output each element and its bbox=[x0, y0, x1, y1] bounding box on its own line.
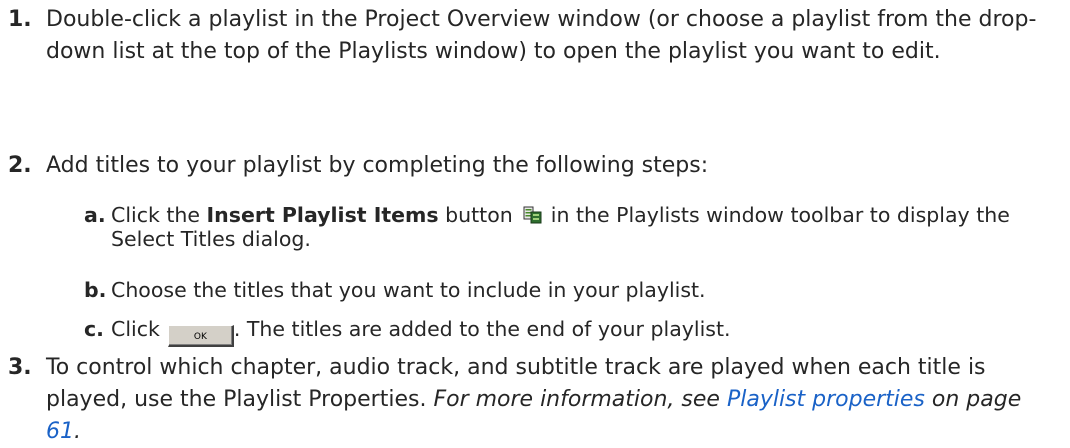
substep-text: Click OK. The titles are added to the end… bbox=[111, 317, 1051, 347]
substep-text-pre: Click the bbox=[111, 203, 207, 227]
more-info-text: For more information, see bbox=[433, 387, 727, 412]
end-period: . bbox=[74, 419, 81, 444]
substep-letter: c. bbox=[84, 317, 104, 341]
step-text: To control which chapter, audio track, a… bbox=[46, 352, 1056, 448]
step-text: Add titles to your playlist by completin… bbox=[46, 153, 709, 178]
insert-playlist-items-icon bbox=[523, 205, 543, 225]
substep-text-pre: Click bbox=[111, 317, 160, 341]
playlist-properties-link[interactable]: Playlist properties bbox=[727, 387, 925, 412]
substep-text-post: . The titles are added to the end of you… bbox=[233, 317, 731, 341]
document-page: 1. Double-click a playlist in the Projec… bbox=[0, 0, 1070, 444]
substep-letter: b. bbox=[84, 278, 107, 302]
step-number: 3. bbox=[8, 355, 32, 380]
step-text: Double-click a playlist in the Project O… bbox=[46, 7, 1037, 64]
substep-text-mid: button bbox=[438, 203, 513, 227]
substep-letter: a. bbox=[84, 203, 106, 227]
on-page-text: on page bbox=[924, 387, 1022, 412]
step-number: 1. bbox=[8, 7, 32, 32]
ok-button[interactable]: OK bbox=[167, 325, 234, 347]
substep-text: Choose the titles that you want to inclu… bbox=[111, 278, 706, 302]
insert-playlist-items-label: Insert Playlist Items bbox=[206, 203, 439, 227]
substep-text: Click the Insert Playlist Items button i… bbox=[111, 203, 1051, 251]
step-number: 2. bbox=[8, 153, 32, 178]
page-number-link[interactable]: 61 bbox=[46, 419, 74, 444]
